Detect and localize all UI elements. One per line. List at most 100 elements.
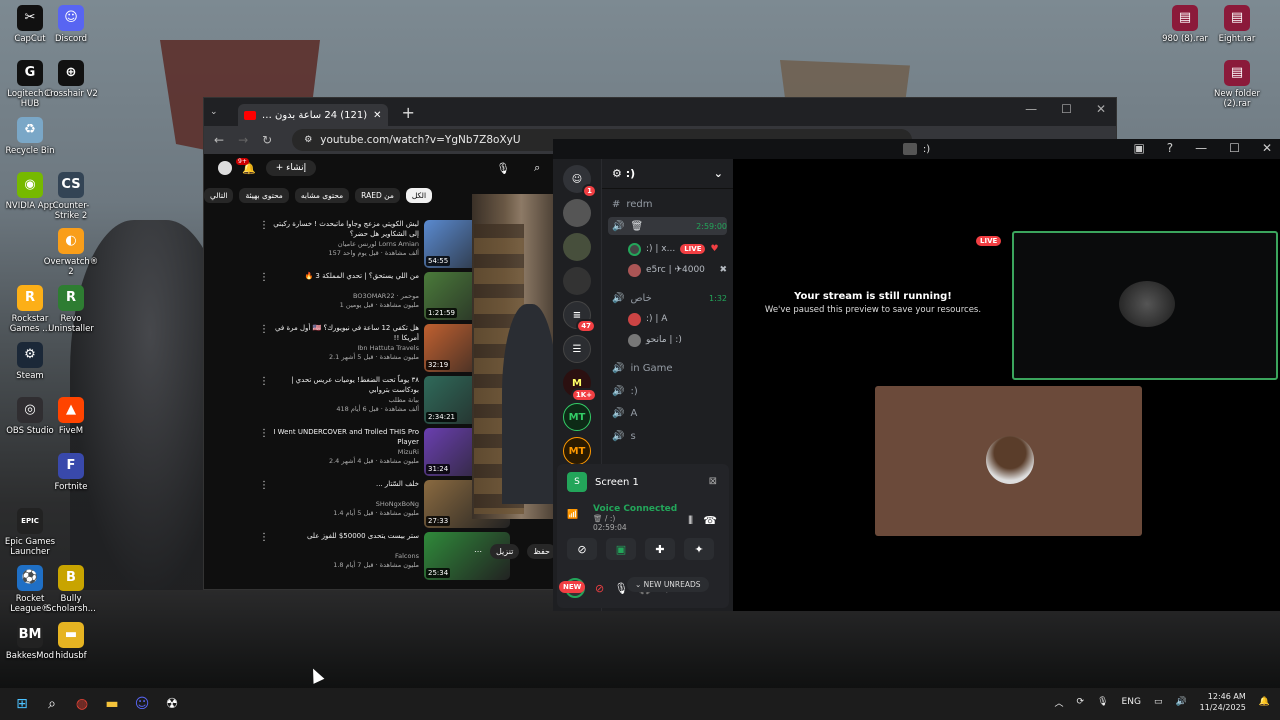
site-info-icon[interactable]: ⚙: [304, 135, 312, 145]
forward-icon[interactable]: →: [238, 133, 248, 147]
mic-tray-icon[interactable]: 🎙: [1097, 697, 1108, 707]
voice-user[interactable]: :) | A: [628, 311, 727, 327]
server-icon[interactable]: ☰: [563, 335, 591, 363]
more-vert-icon[interactable]: ⋮: [259, 324, 269, 335]
reload-icon[interactable]: ↻: [262, 133, 272, 147]
stream-tile[interactable]: [1012, 231, 1278, 380]
noise-suppression-icon[interactable]: ⦀: [688, 514, 693, 528]
filter-chip[interactable]: التالي: [204, 188, 234, 203]
server-icon[interactable]: [563, 267, 591, 295]
list-item[interactable]: 32:19 هل تكفي 12 ساعة في نيويورك؟ 🇺🇸 أول …: [254, 324, 510, 372]
desktop-shortcut[interactable]: CS Counter-Strike 2: [41, 172, 101, 221]
inbox-icon[interactable]: ▣: [1133, 141, 1144, 155]
desktop-shortcut[interactable]: ▤ New folder (2).rar: [1207, 60, 1267, 109]
more-vert-icon[interactable]: ⋮: [259, 376, 269, 387]
more-vert-icon[interactable]: ⋮: [259, 428, 269, 439]
clock[interactable]: 12:46 AM 11/24/2025: [1200, 691, 1246, 713]
list-item[interactable]: 2:34:21 ٣٨ يوماً تحت الضغط! يوميات عريس ت…: [254, 376, 510, 424]
notifications-icon[interactable]: 🔔 9+: [236, 157, 256, 175]
channel-a[interactable]: 🔊 A: [608, 404, 727, 422]
video-off-button[interactable]: ⊘: [567, 538, 597, 560]
sync-icon[interactable]: ⟳: [1077, 697, 1085, 707]
desktop-shortcut[interactable]: ♻ Recycle Bin: [0, 117, 60, 156]
create-button[interactable]: + إنشاء: [265, 160, 317, 176]
activities-button[interactable]: ✚: [645, 538, 675, 560]
maximize-icon[interactable]: ☐: [1229, 141, 1240, 155]
share-screen-button[interactable]: ▣: [606, 538, 636, 560]
search-icon[interactable]: ⌕: [534, 161, 540, 175]
channel-s[interactable]: 🔊 s: [608, 427, 727, 445]
video-title[interactable]: I Went UNDERCOVER and Trolled THIS Pro P…: [269, 428, 419, 447]
video-title[interactable]: من اللي يستحق؟ | تحدي المملكة 3 🔥: [269, 272, 419, 282]
desktop-shortcut[interactable]: ⚙ Steam: [0, 342, 60, 381]
server-icon[interactable]: M 1K+: [563, 369, 597, 402]
tab-close-icon[interactable]: ✕: [373, 110, 381, 121]
user-tile[interactable]: [875, 386, 1142, 536]
desktop-shortcut[interactable]: ◐ Overwatch® 2: [41, 228, 101, 277]
app-taskbar-icon[interactable]: ☢: [158, 690, 186, 718]
filter-chip[interactable]: محتوى بهيئة: [239, 188, 289, 203]
chevron-up-icon[interactable]: ︿: [1055, 696, 1064, 709]
language-indicator[interactable]: ENG: [1122, 697, 1141, 707]
desktop-shortcut[interactable]: ▤ Eight.rar: [1207, 5, 1267, 44]
stop-stream-icon[interactable]: ⊠: [709, 476, 717, 487]
desktop-shortcut[interactable]: ▲ FiveM: [41, 397, 101, 436]
mic-icon[interactable]: 🎙: [496, 162, 510, 175]
video-channel[interactable]: MizuRi: [398, 448, 419, 456]
minimize-icon[interactable]: —: [1195, 141, 1207, 155]
close-icon[interactable]: ✕: [1262, 141, 1272, 155]
server-icon[interactable]: [563, 233, 591, 261]
video-title[interactable]: ستر بيست يتحدى 50000$ للفوز على: [269, 532, 419, 542]
channel-smile[interactable]: 🔊:): [608, 382, 727, 400]
disconnect-icon[interactable]: ☎: [703, 514, 717, 527]
maximize-icon[interactable]: ☐: [1061, 102, 1072, 116]
video-channel[interactable]: BO3OMAR22 · موحمر: [353, 292, 419, 300]
desktop-shortcut[interactable]: ⊕ Crosshair V2: [41, 60, 101, 99]
volume-icon[interactable]: 🔊: [1175, 697, 1186, 707]
back-icon[interactable]: ←: [214, 133, 224, 147]
desktop-shortcut[interactable]: F Fortnite: [41, 453, 101, 492]
server-icon[interactable]: MT: [563, 403, 591, 431]
list-item[interactable]: 25:34 ستر بيست يتحدى 50000$ للفوز على Falc…: [254, 532, 510, 580]
close-icon[interactable]: ✕: [1096, 102, 1106, 116]
video-title[interactable]: ليش الكويتي مزعج وجاوا ماتبحدث ! خسارة ر…: [269, 220, 419, 239]
network-icon[interactable]: ▭: [1154, 697, 1163, 707]
desktop-shortcut[interactable]: B Bully Scholarsh...: [41, 565, 101, 614]
desktop-shortcut[interactable]: ▬ hidusbf: [41, 622, 101, 661]
soundboard-button[interactable]: ✦: [684, 538, 714, 560]
voice-user[interactable]: :) | x... LIVE ♥: [628, 241, 727, 257]
video-channel[interactable]: بيانة مطلب: [389, 396, 419, 404]
desktop-shortcut[interactable]: R Revo Uninstaller: [41, 285, 101, 334]
save-button[interactable]: حفظ: [527, 544, 556, 559]
camera-off-icon[interactable]: ⊘: [595, 582, 604, 595]
video-channel[interactable]: Ibn Hattuta Travels: [357, 344, 419, 352]
video-title[interactable]: ٣٨ يوماً تحت الضغط! يوميات عريس تحدي | ب…: [269, 376, 419, 395]
filter-chip[interactable]: من RAED: [355, 188, 400, 203]
discord-taskbar-icon[interactable]: ☺: [128, 690, 156, 718]
tab-search-icon[interactable]: ⌄: [210, 107, 218, 117]
channel-redm[interactable]: # redm: [608, 195, 727, 213]
voice-user[interactable]: مانحو | :): [628, 332, 727, 348]
video-channel[interactable]: SHoNgxBoNg: [376, 500, 419, 508]
download-button[interactable]: تنزيل: [490, 544, 520, 559]
signal-icon[interactable]: 📶: [567, 510, 578, 520]
notifications-bell-icon[interactable]: 🔔: [1259, 697, 1270, 707]
video-channel[interactable]: Falcons: [395, 552, 419, 560]
list-item[interactable]: 54:55 ليش الكويتي مزعج وجاوا ماتبحدث ! خس…: [254, 220, 510, 268]
server-icon[interactable]: ≡ 47: [563, 301, 596, 333]
desktop-shortcut[interactable]: ▤ 980 (8).rar: [1155, 5, 1215, 44]
video-player-preview[interactable]: [472, 194, 554, 519]
desktop-shortcut[interactable]: ☺ Discord: [41, 5, 101, 44]
channel-voice-trash[interactable]: 🔊 🗑 2:59:00: [608, 217, 727, 235]
more-vert-icon[interactable]: ⋮: [259, 532, 269, 543]
windows-start-icon[interactable]: ⊞: [8, 690, 36, 718]
video-title[interactable]: هل تكفي 12 ساعة في نيويورك؟ 🇺🇸 أول مرة ف…: [269, 324, 419, 343]
server-icon[interactable]: MT: [563, 437, 591, 465]
file-explorer-icon[interactable]: ▬: [98, 690, 126, 718]
search-icon[interactable]: ⌕: [38, 690, 66, 718]
voice-user[interactable]: e5rc | ✈4000 ✖: [628, 262, 727, 278]
minimize-icon[interactable]: —: [1025, 102, 1037, 116]
list-item[interactable]: 1:21:59 من اللي يستحق؟ | تحدي المملكة 3 🔥…: [254, 272, 510, 320]
discord-home-icon[interactable]: ☺ 1: [563, 165, 597, 198]
tab-youtube[interactable]: (121) 24 ساعة بدون جوال 😡 قد ✕: [237, 104, 388, 126]
